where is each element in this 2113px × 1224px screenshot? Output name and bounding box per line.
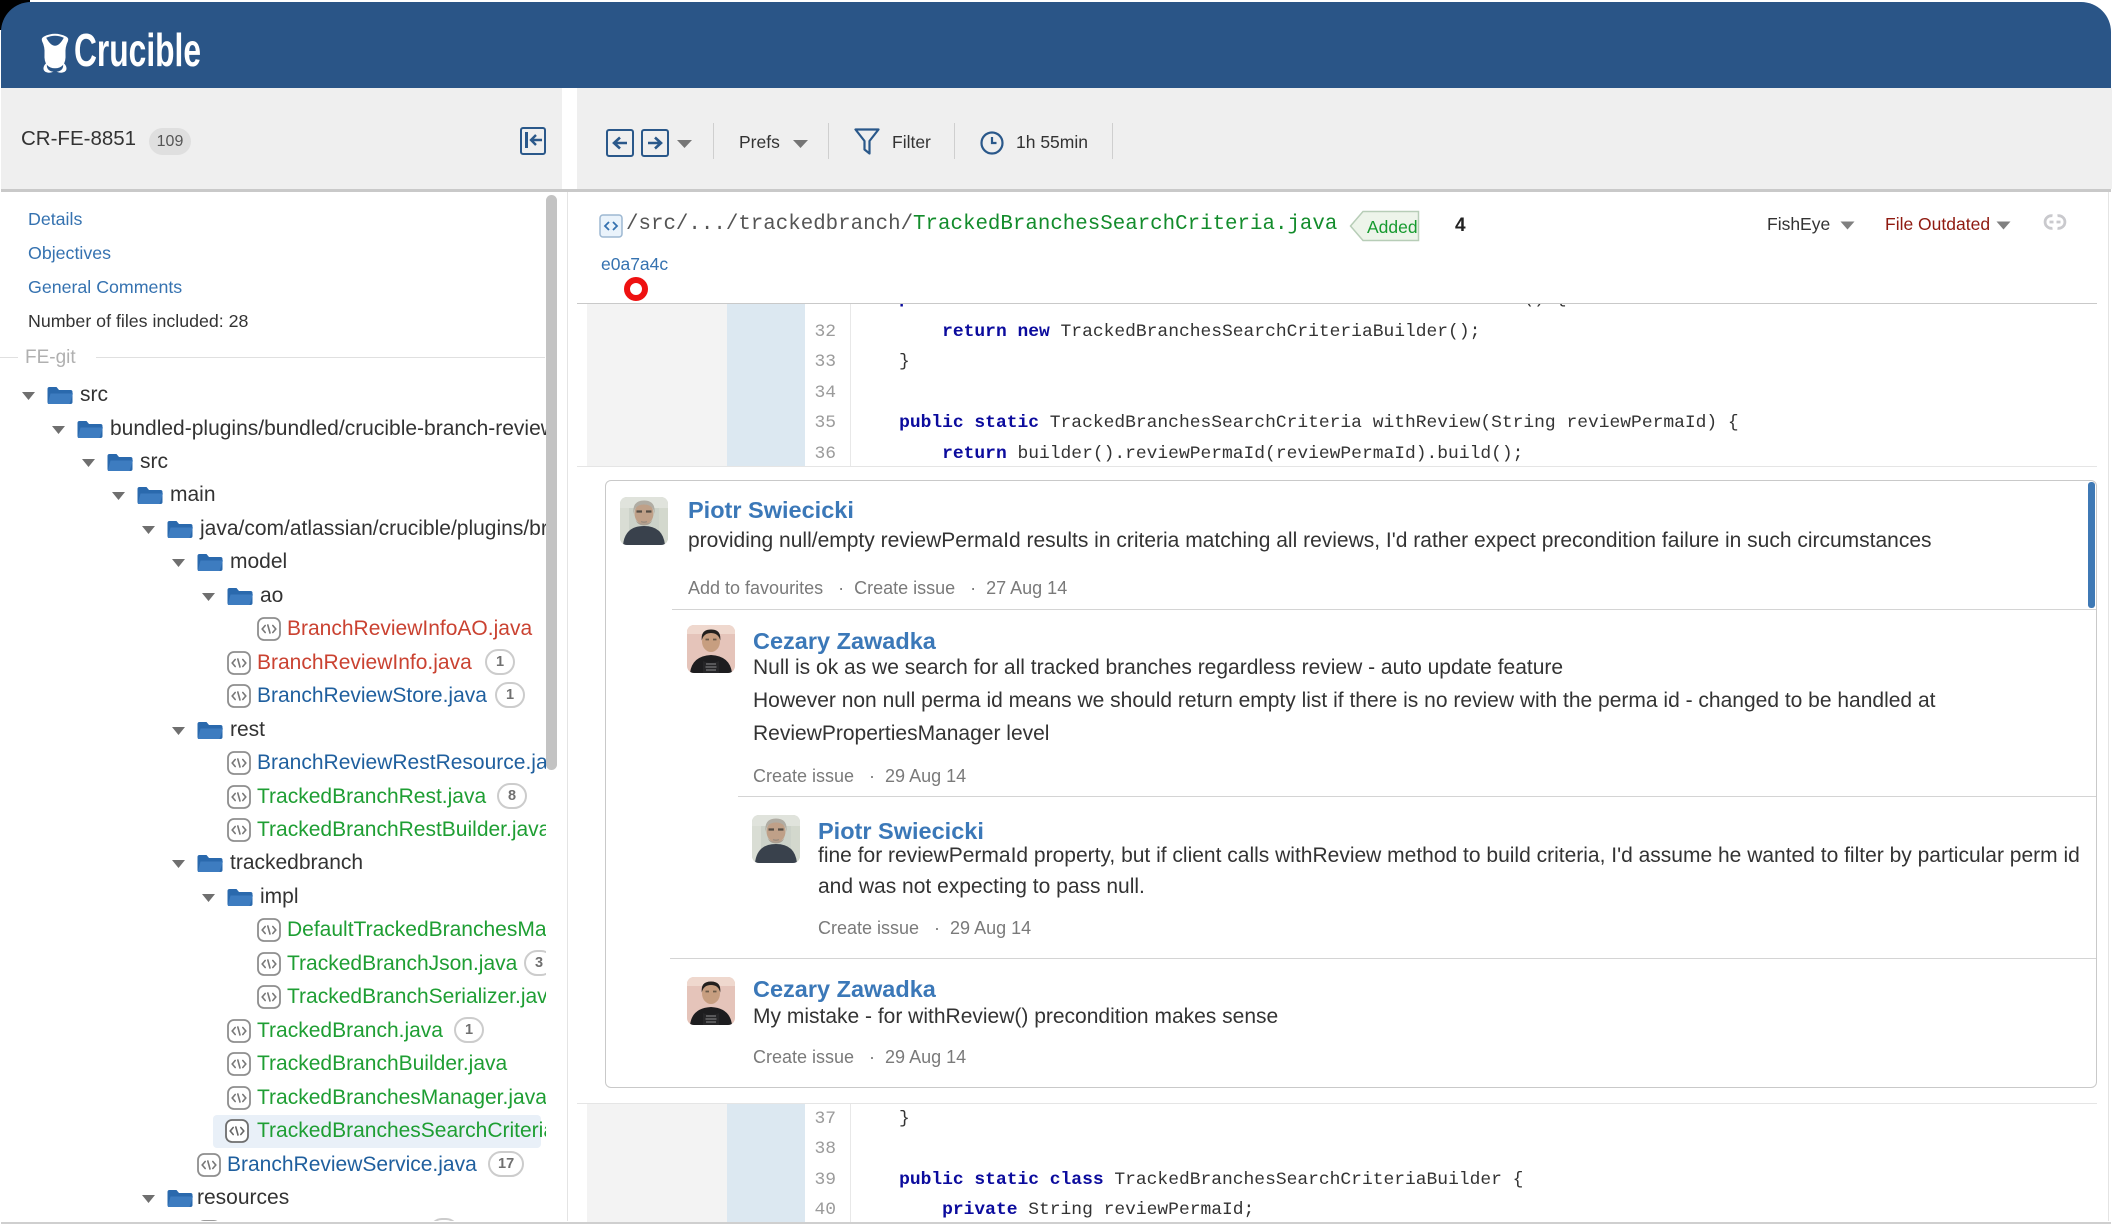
svg-text:Crucible: Crucible — [74, 24, 201, 76]
svg-text:Added: Added — [1367, 217, 1418, 237]
